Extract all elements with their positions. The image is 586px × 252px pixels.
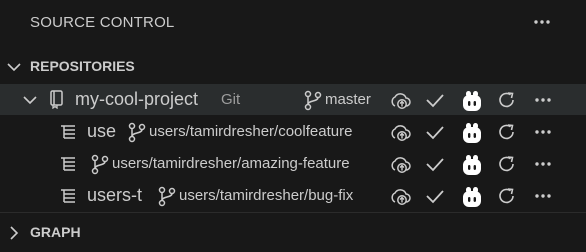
- list-tree-icon: [60, 124, 78, 140]
- worktree-row[interactable]: users/tamirdresher/amazing-feature: [0, 148, 586, 179]
- chevron-down-icon[interactable]: [22, 92, 38, 108]
- worktree-row[interactable]: users-t users/tamirdresher/bug-fix: [0, 180, 586, 211]
- copilot-icon[interactable]: [460, 185, 482, 207]
- chevron-right-icon: [6, 225, 22, 241]
- copilot-icon[interactable]: [460, 89, 482, 111]
- repo-icon: [48, 89, 66, 109]
- more-icon[interactable]: [532, 12, 552, 32]
- more-icon[interactable]: [533, 185, 555, 207]
- worktree-row[interactable]: use users/tamirdresher/coolfeature: [0, 116, 586, 147]
- copilot-icon[interactable]: [460, 121, 482, 143]
- repository-kind: Git: [221, 91, 241, 108]
- git-branch-icon: [156, 185, 178, 207]
- more-icon[interactable]: [533, 89, 555, 111]
- git-branch-icon: [302, 89, 324, 111]
- more-icon[interactable]: [533, 153, 555, 175]
- check-icon[interactable]: [424, 185, 446, 207]
- repositories-section-header[interactable]: REPOSITORIES: [0, 48, 586, 86]
- repository-name: my-cool-project: [75, 89, 199, 109]
- chevron-down-icon: [6, 59, 22, 75]
- check-icon[interactable]: [424, 89, 446, 111]
- panel-header: SOURCE CONTROL: [0, 0, 586, 46]
- worktree-branch[interactable]: users/tamirdresher/amazing-feature: [112, 155, 350, 172]
- worktree-name: use: [87, 121, 117, 141]
- cloud-upload-icon[interactable]: [389, 121, 411, 143]
- list-tree-icon: [60, 188, 78, 204]
- cloud-upload-icon[interactable]: [389, 185, 411, 207]
- repositories-section-label: REPOSITORIES: [30, 58, 135, 74]
- repository-branch[interactable]: master: [325, 91, 371, 108]
- check-icon[interactable]: [424, 153, 446, 175]
- panel-title: SOURCE CONTROL: [30, 14, 175, 31]
- refresh-icon[interactable]: [496, 153, 518, 175]
- refresh-icon[interactable]: [496, 89, 518, 111]
- graph-section-label: GRAPH: [30, 224, 81, 240]
- worktree-name: users-t: [87, 185, 143, 205]
- refresh-icon[interactable]: [496, 185, 518, 207]
- git-branch-icon: [89, 153, 111, 175]
- cloud-upload-icon[interactable]: [389, 153, 411, 175]
- worktree-branch[interactable]: users/tamirdresher/coolfeature: [149, 123, 352, 140]
- repository-row[interactable]: my-cool-project Git master: [0, 84, 586, 115]
- check-icon[interactable]: [424, 121, 446, 143]
- git-branch-icon: [126, 121, 148, 143]
- more-icon[interactable]: [533, 121, 555, 143]
- worktree-branch[interactable]: users/tamirdresher/bug-fix: [179, 187, 353, 204]
- copilot-icon[interactable]: [460, 153, 482, 175]
- list-tree-icon: [60, 156, 78, 172]
- graph-section-header[interactable]: GRAPH: [0, 212, 586, 252]
- cloud-upload-icon[interactable]: [389, 89, 411, 111]
- refresh-icon[interactable]: [496, 121, 518, 143]
